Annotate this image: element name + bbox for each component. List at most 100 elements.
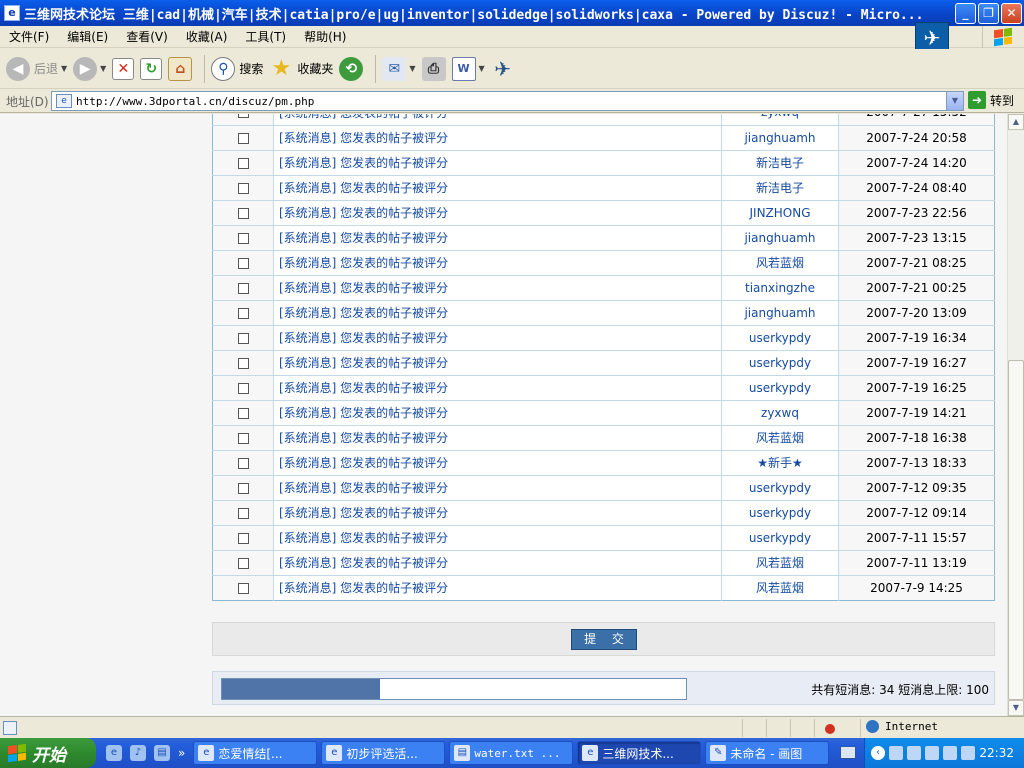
message-checkbox[interactable] <box>237 507 249 519</box>
favorites-button[interactable]: ★ 收藏夹 <box>269 53 333 85</box>
message-sender[interactable]: userkypdy <box>721 475 839 501</box>
window-titlebar[interactable]: e 三维网技术论坛 三维|cad|机械|汽车|技术|catia|pro/e|ug… <box>0 0 1024 26</box>
message-checkbox[interactable] <box>237 532 249 544</box>
maximize-button[interactable]: ❐ <box>978 3 999 24</box>
message-subject[interactable]: [系统消息] 您发表的帖子被评分 <box>273 300 722 326</box>
message-subject[interactable]: [系统消息] 您发表的帖子被评分 <box>273 500 722 526</box>
message-subject[interactable]: [系统消息] 您发表的帖子被评分 <box>273 425 722 451</box>
network-tray-icon[interactable] <box>889 746 903 760</box>
explorer-quicklaunch-icon[interactable]: ▤ <box>154 745 170 761</box>
message-sender[interactable]: zyxwq <box>721 400 839 426</box>
message-sender[interactable]: userkypdy <box>721 325 839 351</box>
task-button-0[interactable]: e 恋爱情结[... <box>193 741 318 765</box>
message-checkbox[interactable] <box>237 307 249 319</box>
message-sender[interactable]: 新洁电子 <box>721 175 839 201</box>
message-sender[interactable]: ★新手★ <box>721 450 839 476</box>
message-subject[interactable]: [系统消息] 您发表的帖子被评分 <box>273 400 722 426</box>
message-sender[interactable]: 风若蓝烟 <box>721 575 839 600</box>
task-button-1[interactable]: e 初步评选活... <box>321 741 446 765</box>
message-subject[interactable]: [系统消息] 您发表的帖子被评分 <box>273 250 722 276</box>
ie-quicklaunch-icon[interactable]: e <box>106 745 122 761</box>
message-checkbox[interactable] <box>237 582 249 594</box>
history-button[interactable]: ⟲ <box>339 53 364 85</box>
messenger-tray-icon[interactable] <box>943 746 957 760</box>
edit-dropdown-icon[interactable]: ▼ <box>479 64 485 73</box>
message-checkbox[interactable] <box>237 557 249 569</box>
message-checkbox[interactable] <box>237 432 249 444</box>
print-button[interactable]: ⎙ <box>421 53 446 85</box>
message-subject[interactable]: [系统消息] 您发表的帖子被评分 <box>273 125 722 151</box>
message-sender[interactable]: jianghuamh <box>721 225 839 251</box>
display-tray-icon[interactable] <box>961 746 975 760</box>
address-url[interactable]: http://www.3dportal.cn/discuz/pm.php <box>76 95 314 108</box>
message-sender[interactable]: 风若蓝烟 <box>721 550 839 576</box>
security-tray-icon[interactable] <box>925 746 939 760</box>
message-subject[interactable]: [系统消息] 您发表的帖子被评分 <box>273 525 722 551</box>
minimize-button[interactable]: _ <box>955 3 976 24</box>
scroll-thumb[interactable] <box>1008 360 1024 700</box>
volume-tray-icon[interactable] <box>907 746 921 760</box>
message-subject[interactable]: [系统消息] 您发表的帖子被评分 <box>273 350 722 376</box>
message-sender[interactable]: 风若蓝烟 <box>721 250 839 276</box>
search-button[interactable]: ⚲ 搜索 <box>211 53 263 85</box>
task-button-3[interactable]: e 三维网技术... <box>577 741 702 765</box>
submit-button[interactable]: 提 交 <box>571 629 637 650</box>
message-subject[interactable]: [系统消息] 您发表的帖子被评分 <box>273 550 722 576</box>
quicklaunch-more-icon[interactable]: » <box>178 746 185 760</box>
scroll-down-button[interactable]: ▼ <box>1008 700 1024 716</box>
message-subject[interactable]: [系统消息] 您发表的帖子被评分 <box>273 200 722 226</box>
forward-dropdown-icon[interactable]: ▼ <box>100 64 106 73</box>
message-checkbox[interactable] <box>237 482 249 494</box>
message-checkbox[interactable] <box>237 157 249 169</box>
message-checkbox[interactable] <box>237 182 249 194</box>
refresh-button[interactable]: ↻ <box>140 53 163 85</box>
message-sender[interactable]: 风若蓝烟 <box>721 425 839 451</box>
vertical-scrollbar[interactable]: ▲ ▼ <box>1007 114 1024 716</box>
popup-blocked-icon[interactable] <box>820 720 838 736</box>
forward-button[interactable]: ▶ ▼ <box>73 53 106 85</box>
message-checkbox[interactable] <box>237 357 249 369</box>
message-checkbox[interactable] <box>237 207 249 219</box>
message-subject[interactable]: [系统消息] 您发表的帖子被评分 <box>273 114 722 126</box>
mail-dropdown-icon[interactable]: ▼ <box>409 64 415 73</box>
message-subject[interactable]: [系统消息] 您发表的帖子被评分 <box>273 450 722 476</box>
message-sender[interactable]: userkypdy <box>721 375 839 401</box>
message-checkbox[interactable] <box>237 232 249 244</box>
tray-expand-icon[interactable]: ‹ <box>871 746 885 760</box>
messenger-button[interactable]: ✈ <box>491 53 515 85</box>
message-subject[interactable]: [系统消息] 您发表的帖子被评分 <box>273 175 722 201</box>
back-dropdown-icon[interactable]: ▼ <box>61 64 67 73</box>
home-button[interactable]: ⌂ <box>168 53 193 85</box>
message-checkbox[interactable] <box>237 257 249 269</box>
message-checkbox[interactable] <box>237 457 249 469</box>
menu-tools[interactable]: 工具(T) <box>236 28 295 45</box>
message-subject[interactable]: [系统消息] 您发表的帖子被评分 <box>273 575 722 600</box>
menu-favorites[interactable]: 收藏(A) <box>177 28 237 45</box>
stop-button[interactable]: ✕ <box>112 53 135 85</box>
message-sender[interactable]: JINZHONG <box>721 200 839 226</box>
message-checkbox[interactable] <box>237 282 249 294</box>
back-button[interactable]: ◀ 后退 ▼ <box>6 53 67 85</box>
message-subject[interactable]: [系统消息] 您发表的帖子被评分 <box>273 150 722 176</box>
task-button-4[interactable]: ✎ 未命名 - 画图 <box>705 741 830 765</box>
message-sender[interactable]: zyxwq <box>721 114 839 126</box>
message-subject[interactable]: [系统消息] 您发表的帖子被评分 <box>273 275 722 301</box>
menu-file[interactable]: 文件(F) <box>0 28 58 45</box>
media-quicklaunch-icon[interactable]: ♪ <box>130 745 146 761</box>
message-sender[interactable]: tianxingzhe <box>721 275 839 301</box>
message-checkbox[interactable] <box>237 382 249 394</box>
message-checkbox[interactable] <box>237 407 249 419</box>
go-button[interactable]: ➜ 转到 <box>968 91 1014 109</box>
message-sender[interactable]: jianghuamh <box>721 125 839 151</box>
message-sender[interactable]: jianghuamh <box>721 300 839 326</box>
message-sender[interactable]: userkypdy <box>721 350 839 376</box>
close-button[interactable]: ✕ <box>1001 3 1022 24</box>
start-button[interactable]: 开始 <box>0 738 96 768</box>
address-dropdown-icon[interactable]: ▼ <box>946 92 963 110</box>
message-checkbox[interactable] <box>237 132 249 144</box>
message-sender[interactable]: 新洁电子 <box>721 150 839 176</box>
mail-button[interactable]: ✉ ▼ <box>382 53 416 85</box>
edit-button[interactable]: W ▼ <box>451 53 485 85</box>
message-subject[interactable]: [系统消息] 您发表的帖子被评分 <box>273 475 722 501</box>
task-button-2[interactable]: ▤ water.txt ... <box>449 741 574 765</box>
